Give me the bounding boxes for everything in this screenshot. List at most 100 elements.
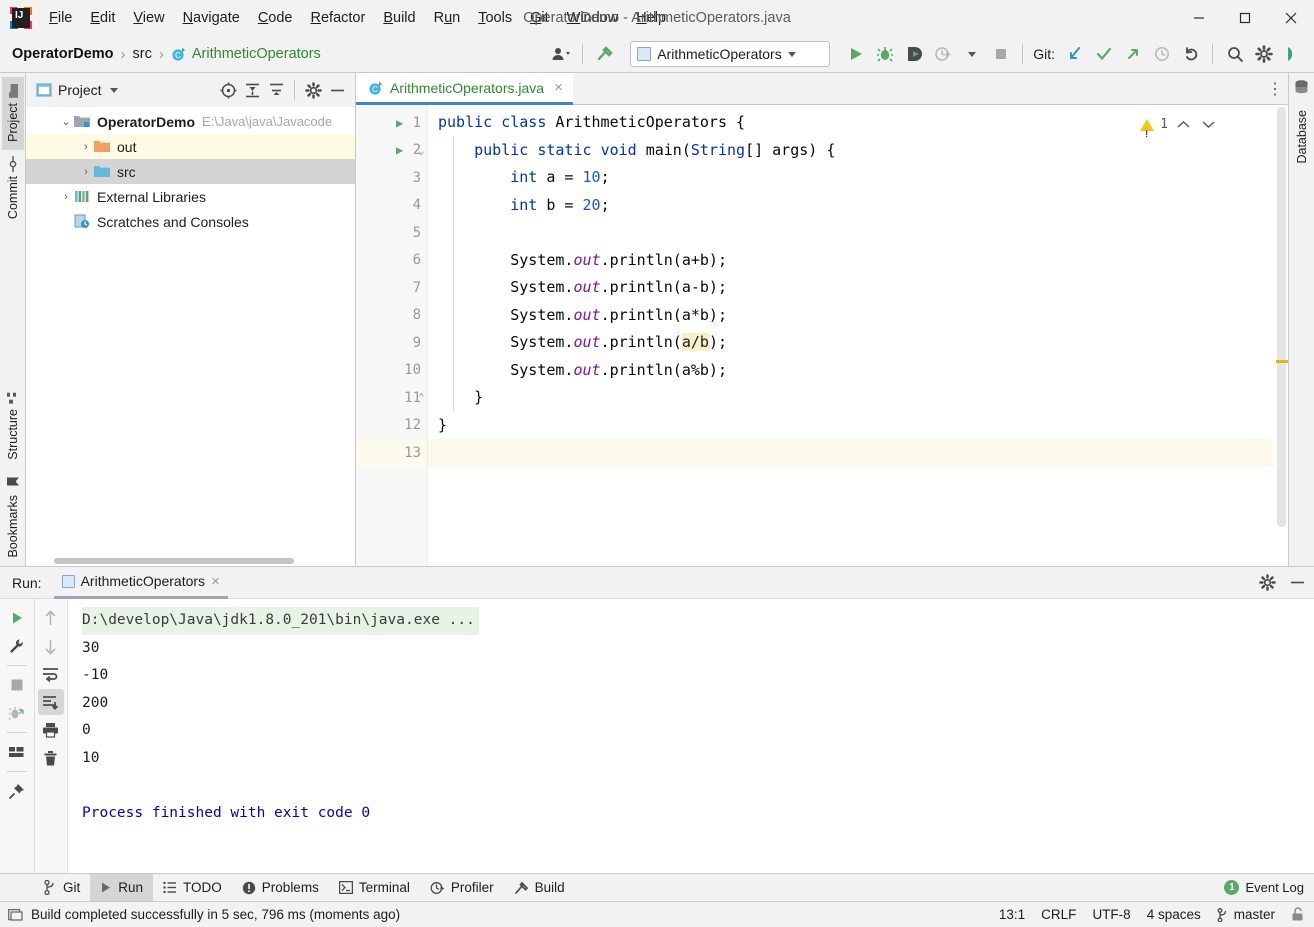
search-everywhere-icon[interactable]	[1221, 41, 1248, 68]
select-opened-file-icon[interactable]	[216, 78, 240, 102]
warning-marker[interactable]	[1276, 360, 1288, 363]
caret-position[interactable]: 13:1	[999, 907, 1025, 922]
menu-code[interactable]: Code	[249, 6, 302, 30]
menu-run[interactable]: Run	[425, 6, 470, 30]
hide-project-panel-icon[interactable]	[325, 78, 349, 102]
tool-tab-commit[interactable]: Commit	[1, 150, 25, 227]
indent-setting[interactable]: 4 spaces	[1147, 907, 1201, 922]
menu-build[interactable]: Build	[374, 6, 424, 30]
menu-file[interactable]: File	[40, 6, 81, 30]
database-icon[interactable]	[1293, 79, 1310, 96]
run-button[interactable]	[842, 41, 869, 68]
run-settings-gear-icon[interactable]	[1254, 570, 1280, 596]
tool-tab-structure[interactable]: Structure	[2, 383, 24, 468]
maximize-button[interactable]	[1222, 0, 1268, 36]
scrollbar-thumb[interactable]	[1277, 107, 1286, 527]
run-class-gutter-icon[interactable]: ▶	[396, 116, 403, 130]
project-horizontal-scrollbar[interactable]	[26, 556, 355, 566]
menu-refactor[interactable]: Refactor	[302, 6, 375, 30]
tree-node-external-libraries[interactable]: › External Libraries	[26, 184, 355, 209]
bottom-tab-run[interactable]: Run	[90, 873, 154, 902]
menu-git[interactable]: Git	[521, 6, 558, 30]
run-configuration-selector[interactable]: ArithmeticOperators	[630, 41, 831, 67]
stop-button[interactable]	[987, 41, 1014, 68]
editor-vertical-scrollbar[interactable]	[1274, 105, 1288, 566]
breadcrumb-src[interactable]: src	[133, 46, 152, 62]
file-encoding[interactable]: UTF-8	[1092, 907, 1130, 922]
next-problem-icon[interactable]	[1199, 120, 1218, 129]
hide-run-panel-icon[interactable]	[1284, 570, 1310, 596]
profile-button[interactable]	[929, 41, 956, 68]
minimize-button[interactable]	[1176, 0, 1222, 36]
print-button[interactable]	[38, 717, 64, 743]
bottom-tab-profiler[interactable]: Profiler	[420, 874, 504, 902]
chevron-right-icon[interactable]: ›	[78, 141, 94, 153]
git-push-icon[interactable]	[1119, 41, 1146, 68]
scroll-to-end-button[interactable]	[37, 689, 64, 715]
lock-icon[interactable]	[1291, 907, 1304, 922]
chevron-down-icon[interactable]: ⌄	[58, 115, 74, 128]
menu-navigate[interactable]: Navigate	[174, 6, 249, 30]
fold-marker-icon[interactable]: ⌄	[418, 144, 425, 157]
editor-tabs-options-icon[interactable]: ⋮	[1262, 73, 1288, 105]
tree-node-operatordemo[interactable]: ⌄ OperatorDemo E:\Java\java\Javacode	[26, 109, 355, 134]
scroll-down-button[interactable]	[38, 633, 64, 659]
event-log-label[interactable]: Event Log	[1245, 880, 1304, 895]
chevron-right-icon[interactable]: ›	[58, 191, 74, 203]
menu-help[interactable]: Help	[627, 6, 675, 30]
settings-gear-icon[interactable]	[1250, 41, 1277, 68]
undo-icon[interactable]	[1177, 41, 1204, 68]
bottom-tab-build[interactable]: Build	[504, 874, 575, 902]
tool-tab-project[interactable]: Project	[1, 77, 24, 150]
bottom-tab-terminal[interactable]: Terminal	[329, 874, 420, 902]
menu-tools[interactable]: Tools	[469, 6, 521, 30]
tool-tab-database[interactable]: Database	[1291, 102, 1313, 172]
menu-view[interactable]: View	[124, 6, 173, 30]
project-settings-gear-icon[interactable]	[301, 78, 325, 102]
layout-settings-button[interactable]	[4, 739, 30, 765]
run-tab-arithmeticoperators[interactable]: ArithmeticOperators ×	[53, 566, 228, 599]
inspection-widget[interactable]: 1	[1140, 111, 1218, 148]
run-with-coverage-button[interactable]	[900, 41, 927, 68]
bottom-tab-problems[interactable]: Problems	[232, 874, 329, 902]
debug-button[interactable]	[871, 41, 898, 68]
close-icon[interactable]: ×	[211, 573, 220, 590]
clear-all-button[interactable]	[38, 745, 64, 771]
tree-node-out[interactable]: › out	[26, 134, 355, 159]
edit-configuration-button[interactable]	[4, 633, 30, 659]
line-separator[interactable]: CRLF	[1041, 907, 1076, 922]
rerun-button[interactable]	[4, 605, 30, 631]
menu-window[interactable]: Window	[558, 6, 628, 30]
git-update-icon[interactable]	[1061, 41, 1088, 68]
previous-problem-icon[interactable]	[1174, 120, 1193, 129]
pin-tab-button[interactable]	[4, 778, 30, 804]
tool-tab-bookmarks[interactable]: Bookmarks	[2, 467, 24, 566]
project-scope-chevron-icon[interactable]	[109, 87, 118, 93]
rerun-failed-tests-button[interactable]	[4, 700, 30, 726]
git-branch-widget[interactable]: master	[1217, 907, 1275, 922]
status-memory-icon[interactable]	[8, 908, 23, 922]
stop-button[interactable]	[4, 672, 30, 698]
build-hammer-icon[interactable]	[591, 41, 618, 68]
ide-assistant-icon[interactable]	[1279, 41, 1306, 68]
breadcrumb-project[interactable]: OperatorDemo	[12, 46, 114, 62]
collapse-all-icon[interactable]	[264, 78, 288, 102]
breadcrumb-class[interactable]: ArithmeticOperators	[192, 46, 321, 62]
menu-edit[interactable]: Edit	[81, 6, 124, 30]
user-account-icon[interactable]	[547, 41, 574, 68]
close-icon[interactable]: ×	[554, 79, 563, 96]
editor-tab-arithmeticoperators[interactable]: C ArithmeticOperators.java ×	[356, 73, 573, 105]
bottom-tab-git[interactable]: Git	[34, 874, 90, 902]
tree-node-scratches-and-consoles[interactable]: Scratches and Consoles	[26, 209, 355, 234]
code-text[interactable]: public class ArithmeticOperators { publi…	[428, 105, 1274, 566]
run-method-gutter-icon[interactable]: ▶	[396, 143, 403, 157]
tree-node-src[interactable]: › src	[26, 159, 355, 184]
close-button[interactable]	[1268, 0, 1314, 36]
git-history-icon[interactable]	[1148, 41, 1175, 68]
chevron-right-icon[interactable]: ›	[78, 166, 94, 178]
soft-wrap-button[interactable]	[38, 661, 64, 687]
profile-dropdown-icon[interactable]	[958, 41, 985, 68]
git-commit-icon[interactable]	[1090, 41, 1117, 68]
expand-all-icon[interactable]	[240, 78, 264, 102]
scroll-up-button[interactable]	[38, 605, 64, 631]
